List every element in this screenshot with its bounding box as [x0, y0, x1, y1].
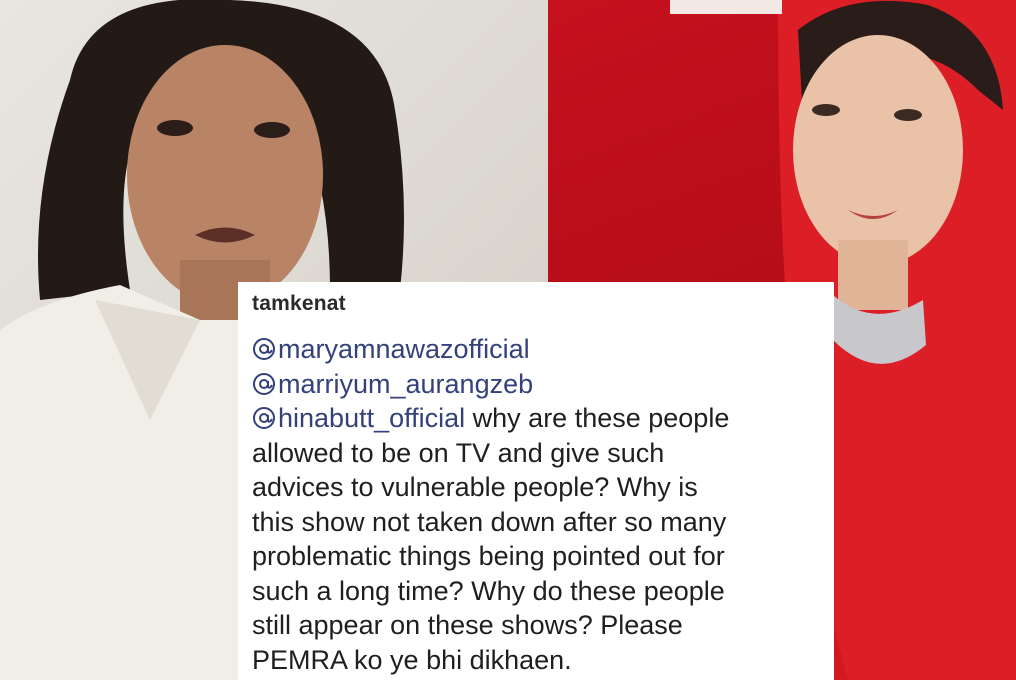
comment-card: tamkenat maryamnawazofficial marriyum_au… [238, 282, 834, 680]
comment-text-line: still appear on these shows? Please [252, 610, 683, 640]
comment-text-line: this show not taken down after so many [252, 506, 727, 537]
comment-body: maryamnawazofficial marriyum_aurangzeb h… [252, 332, 822, 677]
at-sign-icon [253, 372, 275, 395]
comment-text-line: PEMRA ko ye bhi dikhaen. [252, 644, 572, 675]
at-sign-icon [253, 407, 275, 429]
comment-text-line: why are these people [465, 403, 730, 433]
comment-text-line: advices to vulnerable people? Why is [252, 472, 698, 502]
top-strip [670, 0, 782, 14]
comment-text-line: allowed to be on TV and give such [252, 437, 665, 468]
at-sign-icon [253, 338, 275, 360]
mention-link[interactable]: maryamnawazofficial [278, 334, 530, 364]
comment-username[interactable]: tamkenat [252, 292, 834, 316]
comment-text-line: problematic things being pointed out for [252, 541, 725, 571]
mention-link[interactable]: marriyum_aurangzeb [278, 369, 533, 399]
mention-link[interactable]: hinabutt_official [278, 403, 465, 433]
comment-text-line: such a long time? Why do these people [252, 575, 725, 606]
